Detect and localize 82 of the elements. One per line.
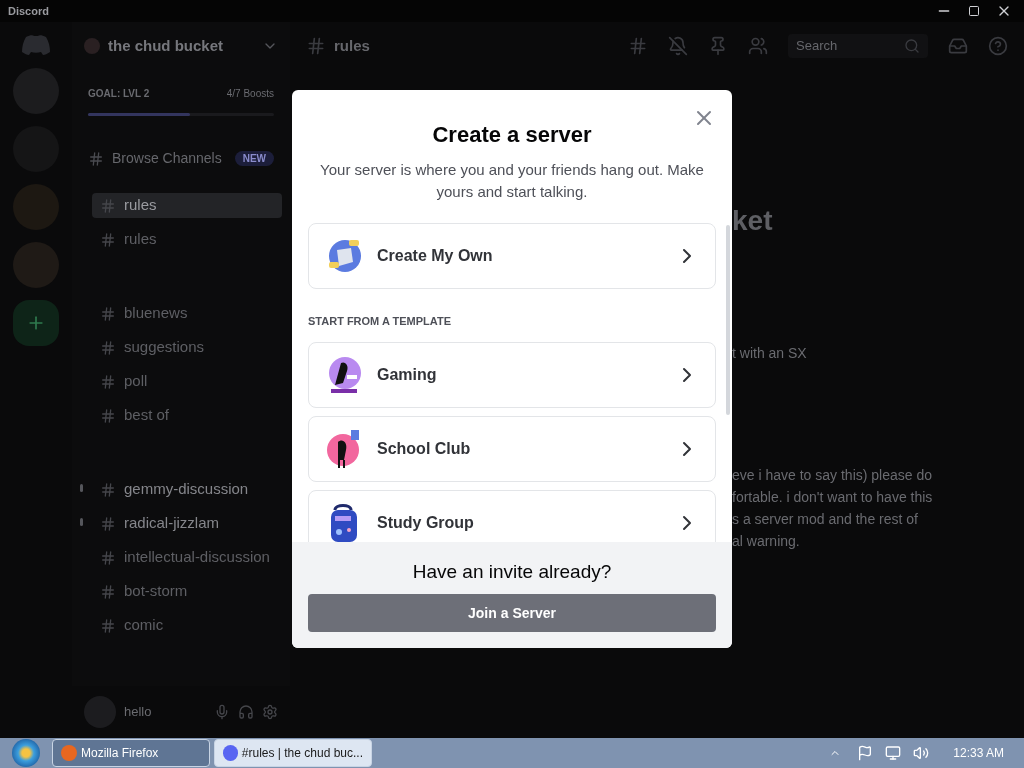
channel-name: comic — [124, 615, 164, 636]
channel-item[interactable]: intellectual-discussion — [92, 545, 282, 570]
bell-off-icon[interactable] — [668, 36, 688, 56]
search-bar[interactable]: Search — [788, 34, 928, 58]
channel-name: intellectual-discussion — [124, 547, 270, 568]
threads-icon[interactable] — [628, 36, 648, 56]
welcome-heading: ket — [732, 204, 774, 238]
inbox-icon[interactable] — [948, 36, 968, 56]
search-field[interactable]: Search — [796, 36, 896, 56]
server-icon — [84, 38, 100, 54]
channel-title: rules — [334, 35, 371, 56]
message-text: s a server mod and the rest of — [732, 510, 919, 529]
dialog-title: Create a server — [432, 121, 592, 149]
create-own-option[interactable]: Create My Own — [308, 223, 716, 289]
channel-item[interactable]: comic — [92, 613, 282, 638]
taskbar-button[interactable]: Mozilla Firefox — [52, 739, 210, 767]
hash-icon — [100, 373, 116, 390]
section-label: START FROM A TEMPLATE — [308, 314, 452, 329]
channel-item[interactable]: gemmy-discussion — [92, 477, 282, 502]
channel-item[interactable]: bluenews — [92, 301, 282, 326]
hash-icon — [100, 339, 116, 356]
channel-item[interactable]: bot-storm — [92, 579, 282, 604]
template-option[interactable]: School Club — [308, 415, 716, 482]
template-option[interactable]: Gaming — [308, 341, 716, 408]
message-text: eve i have to say this) please do — [732, 466, 933, 485]
user-name: hello — [124, 703, 153, 722]
hash-icon — [100, 481, 116, 498]
microphone-icon[interactable] — [214, 704, 230, 720]
volume-icon[interactable] — [913, 745, 930, 761]
unread-marker — [80, 483, 83, 492]
clock[interactable]: 12:33 AM — [953, 744, 1004, 762]
flag-icon[interactable] — [857, 745, 874, 761]
server-name[interactable]: the chud bucket — [108, 34, 254, 58]
members-icon[interactable] — [748, 36, 768, 56]
message-text: t with an SX — [732, 344, 808, 363]
headphones-icon[interactable] — [238, 704, 254, 720]
hash-icon — [100, 583, 116, 600]
channel-name: poll — [124, 371, 148, 392]
browse-icon — [88, 150, 104, 167]
channel-name: radical-jizzlam — [124, 513, 220, 534]
boost-count: 4/7 Boosts — [226, 87, 274, 101]
message-text: fortable. i don't want to have this — [732, 488, 934, 507]
add-server-button[interactable] — [13, 300, 59, 346]
join-server-button[interactable]: Join a Server — [308, 594, 716, 632]
dialog-subtitle: Your server is where you and your friends hang out. Make yours and start talking. — [319, 160, 705, 202]
channel-name: suggestions — [124, 337, 205, 358]
channel-item[interactable]: rules — [92, 193, 282, 218]
hash-icon — [100, 549, 116, 566]
settings-icon[interactable] — [262, 704, 278, 720]
hash-icon — [306, 36, 326, 56]
channel-name: rules — [124, 229, 157, 250]
boost-goal: GOAL: LVL 2 — [88, 87, 150, 101]
new-badge: NEW — [234, 151, 274, 166]
hash-icon — [100, 617, 116, 634]
search-icon — [904, 38, 920, 54]
channel-name: best of — [124, 405, 170, 426]
hash-icon — [100, 407, 116, 424]
channel-name: bot-storm — [124, 581, 188, 602]
footer-title: Have an invite already? — [412, 559, 612, 584]
scrollbar-thumb[interactable] — [726, 225, 730, 415]
network-icon[interactable] — [885, 745, 902, 761]
hash-icon — [100, 305, 116, 322]
discord-logo-icon[interactable] — [21, 34, 51, 56]
browse-channels[interactable]: Browse Channels — [112, 148, 227, 169]
channel-item[interactable]: rules — [92, 227, 282, 252]
help-icon[interactable] — [988, 36, 1008, 56]
channel-item[interactable]: suggestions — [92, 335, 282, 360]
message-text: al warning. — [732, 532, 801, 551]
channel-name: bluenews — [124, 303, 188, 324]
channel-name: rules — [124, 195, 157, 216]
channel-name: gemmy-discussion — [124, 479, 249, 500]
hash-icon — [100, 231, 116, 248]
channel-item[interactable]: radical-jizzlam — [92, 511, 282, 536]
channel-item[interactable]: best of — [92, 403, 282, 428]
app-title: Discord — [8, 3, 49, 19]
hash-icon — [100, 515, 116, 532]
taskbar-button[interactable]: #rules | the chud buc... — [214, 739, 372, 767]
hash-icon — [100, 197, 116, 214]
maximize-icon[interactable] — [968, 5, 980, 17]
unread-marker — [80, 517, 83, 526]
pin-icon[interactable] — [708, 36, 728, 56]
channel-item[interactable]: poll — [92, 369, 282, 394]
